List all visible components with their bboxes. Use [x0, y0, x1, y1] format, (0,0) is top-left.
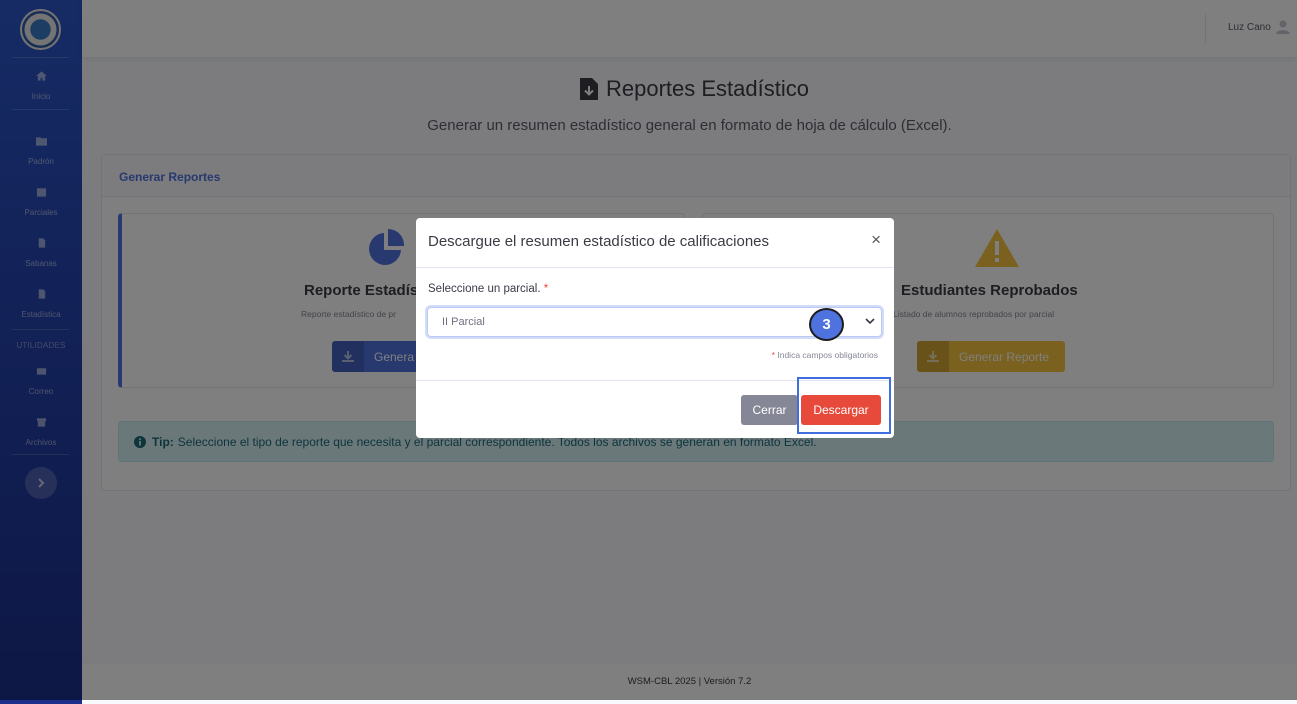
highlight-box [797, 377, 891, 434]
field-label-text: Seleccione un parcial. [428, 283, 541, 295]
modal-body: Seleccione un parcial. * II Parcial 3 * … [416, 268, 894, 381]
required-note: * Indica campos obligatorios [772, 350, 878, 360]
required-mark: * [771, 350, 775, 360]
close-button[interactable]: Cerrar [741, 395, 798, 425]
parcial-select-value: II Parcial [442, 316, 485, 328]
chevron-down-icon [865, 318, 875, 325]
required-note-text: Indica campos obligatorios [777, 350, 878, 360]
close-icon[interactable]: × [871, 230, 881, 250]
step-marker: 3 [809, 308, 844, 341]
parcial-field-label: Seleccione un parcial. * [428, 283, 548, 295]
required-mark: * [543, 283, 549, 295]
modal-title: Descargue el resumen estadístico de cali… [428, 233, 770, 250]
modal-header: Descargue el resumen estadístico de cali… [416, 218, 894, 268]
